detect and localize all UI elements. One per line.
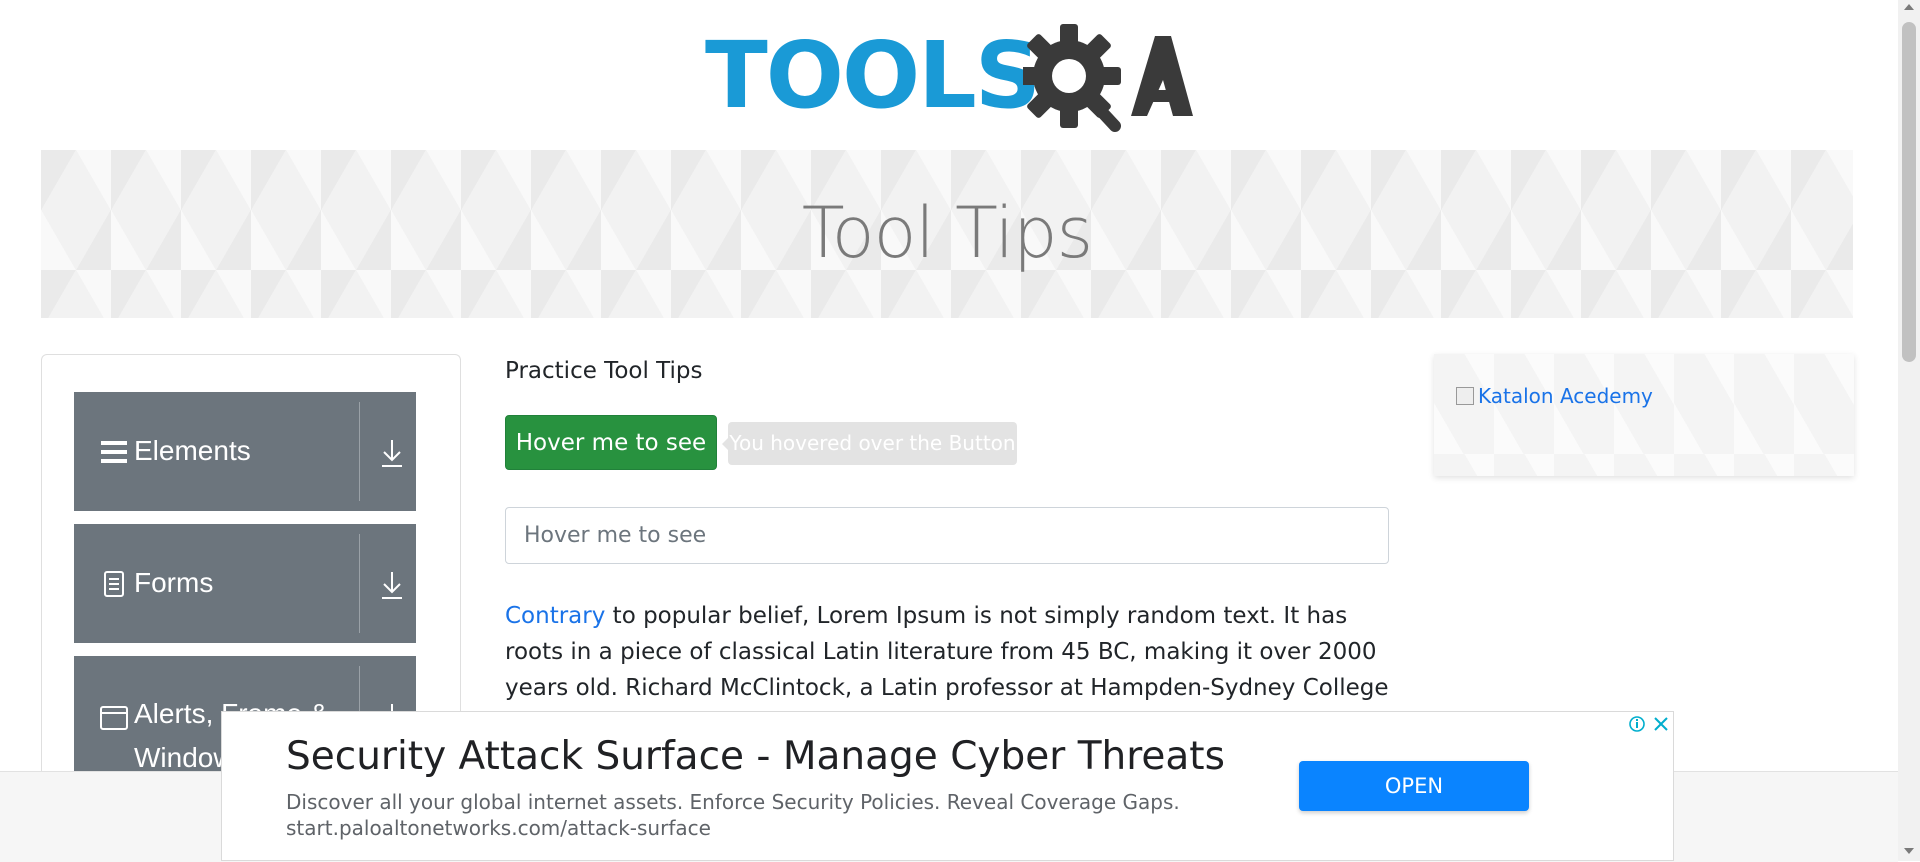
- ad-open-button[interactable]: OPEN: [1299, 761, 1529, 811]
- katalon-link-text: Katalon Acedemy: [1478, 384, 1653, 408]
- katalon-ad-box: Katalon Acedemy: [1434, 354, 1854, 476]
- window-icon: [100, 706, 128, 730]
- page-scrollbar[interactable]: [1898, 0, 1920, 861]
- katalon-academy-link[interactable]: Katalon Acedemy: [1456, 384, 1653, 408]
- contrary-link[interactable]: Contrary: [505, 603, 605, 629]
- page-title: Tool Tips: [801, 192, 1093, 274]
- sidebar-group-forms[interactable]: Forms: [74, 524, 416, 643]
- group-divider: [359, 534, 360, 633]
- download-icon[interactable]: [378, 437, 406, 469]
- scroll-down-arrow[interactable]: [1904, 848, 1914, 854]
- ad-close-icon[interactable]: [1651, 714, 1671, 734]
- hover-me-button[interactable]: Hover me to see: [505, 415, 717, 470]
- group-divider: [359, 402, 360, 501]
- gear-icon: [1023, 24, 1193, 132]
- practice-heading: Practice Tool Tips: [505, 358, 703, 384]
- toolsqa-logo[interactable]: TOOLS A: [705, 22, 1195, 136]
- download-icon[interactable]: [378, 569, 406, 601]
- ad-headline[interactable]: Security Attack Surface - Manage Cyber T…: [286, 734, 1225, 779]
- broken-image-icon: [1456, 387, 1474, 405]
- ad-description: Discover all your global internet assets…: [286, 790, 1180, 814]
- scrollbar-thumb[interactable]: [1902, 22, 1916, 362]
- ad-info-icon[interactable]: [1627, 714, 1647, 734]
- scroll-up-arrow[interactable]: [1904, 4, 1914, 10]
- document-icon: [104, 571, 124, 597]
- page-banner: Tool Tips: [41, 150, 1853, 318]
- sidebar-group-label: Forms: [134, 567, 214, 598]
- ad-url[interactable]: start.paloaltonetworks.com/attack-surfac…: [286, 816, 711, 840]
- logo-text-a: A: [1135, 22, 1136, 23]
- hamburger-icon: [101, 441, 127, 463]
- sidebar-group-label: Elements: [134, 435, 251, 466]
- logo-text-tools: TOOLS: [705, 22, 1041, 129]
- sidebar-group-elements[interactable]: Elements: [74, 392, 416, 511]
- bottom-ad-banner[interactable]: Security Attack Surface - Manage Cyber T…: [221, 711, 1674, 861]
- hover-me-input[interactable]: [505, 507, 1389, 564]
- button-tooltip: You hovered over the Button: [728, 422, 1017, 465]
